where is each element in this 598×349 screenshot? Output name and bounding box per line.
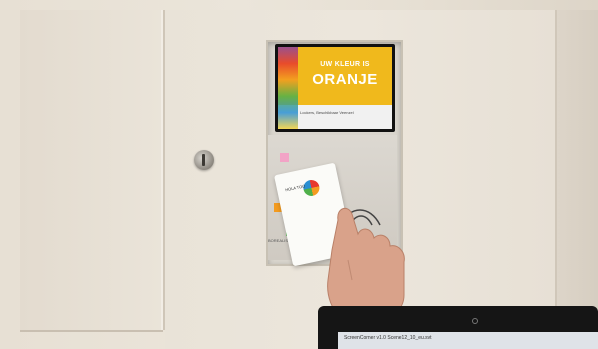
reader-brand-label: BOREALIS: [268, 238, 289, 243]
display-footer: Lockers, Beschikbaar Veenzel: [300, 110, 354, 115]
door-seam: [20, 330, 163, 332]
window-title: ScreenCorner v1.0 Scene12_10_eu.svt: [344, 335, 432, 341]
laptop-display: ScreenCorner v1.0 Scene12_10_eu.svt: [338, 332, 598, 349]
hand-image: [327, 207, 405, 320]
locker-door-left: [20, 10, 165, 330]
display-content: UW KLEUR IS ORANJE Lockers, Beschikbaar …: [278, 47, 392, 129]
terminal-display: UW KLEUR IS ORANJE Lockers, Beschikbaar …: [275, 44, 395, 132]
display-heading: UW KLEUR IS: [320, 61, 370, 68]
locker-door-right: [557, 10, 598, 320]
laptop-screen-bezel: ScreenCorner v1.0 Scene12_10_eu.svt: [318, 306, 598, 349]
color-stripe: [278, 47, 298, 129]
color-square: [280, 153, 289, 162]
photo-scene: UW KLEUR IS ORANJE Lockers, Beschikbaar …: [0, 0, 598, 349]
display-color-word: ORANJE: [312, 71, 378, 88]
webcam-icon: [472, 318, 478, 324]
card-text: HOLA TOO: [284, 183, 306, 193]
key-lock: [194, 150, 214, 170]
